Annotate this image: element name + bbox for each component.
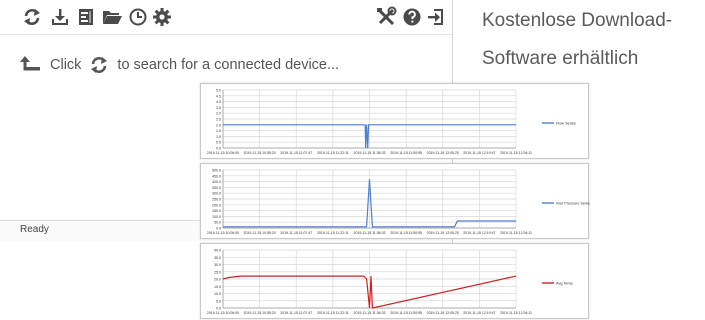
y-tick-label: 2.0 (216, 123, 221, 127)
x-tick-label: 2019-11-15 11:07:47 (280, 231, 312, 235)
caption-line-2: Software erhältlich (482, 48, 639, 69)
y-tick-label: 40.0 (214, 249, 221, 253)
file-icon[interactable] (74, 5, 98, 29)
x-tick-label: 2019-11-15 10:55:20 (244, 231, 276, 235)
y-tick-label: 3.0 (216, 112, 221, 116)
x-tick-label: 2019-11-15 11:22:11 (317, 311, 349, 315)
y-tick-label: 4.5 (216, 94, 221, 98)
refresh-icon[interactable] (20, 5, 44, 29)
status-text: Ready (20, 224, 49, 235)
y-tick-label: 4.0 (216, 100, 221, 104)
promo-caption: Kostenlose Download- Software erhältlich (482, 2, 704, 78)
x-tick-label: 2019-11-15 12:19:47 (463, 311, 495, 315)
x-tick-label: 2019-11-15 12:19:47 (463, 231, 495, 235)
y-tick-label: 450.0 (212, 174, 221, 178)
flow-chart: 5.0 4.5 4.0 3.5 3.0 2.5 2.0 1.5 1.0 0.5 0.0 2019-11… (200, 83, 589, 159)
x-tick-label: 2019-11-15 11:07:47 (280, 151, 312, 155)
y-tick-label: 50.0 (214, 221, 221, 225)
y-tick-label: 200.0 (212, 203, 221, 207)
x-tick-label: 2019-11-15 12:05:20 (427, 151, 459, 155)
y-tick-label: 400.0 (212, 180, 221, 184)
hint-text-after: to search for a connected device... (117, 57, 340, 73)
y-tick-label: 10.0 (214, 292, 221, 296)
corner-arrow-icon (20, 55, 42, 75)
y-tick-label: 3.5 (216, 106, 221, 110)
y-tick-label: 30.0 (214, 263, 221, 267)
y-tick-label: 2.5 (216, 118, 221, 122)
x-tick-label: 2019-11-15 11:50:55 (390, 151, 422, 155)
x-tick-label: 2019-11-15 10:06:00 (207, 151, 239, 155)
x-tick-label: 2019-11-15 10:06:00 (207, 231, 239, 235)
x-tick-label: 2019-11-15 12:05:20 (427, 231, 459, 235)
y-tick-label: 350.0 (212, 186, 221, 190)
y-tick-label: 0.5 (216, 141, 221, 145)
x-tick-label: 2019-11-15 12:19:47 (463, 151, 495, 155)
y-tick-label: 5.0 (216, 299, 221, 303)
x-tick-label: 2019-11-15 11:36:33 (354, 151, 386, 155)
x-tick-label: 2019-11-15 11:50:55 (390, 231, 422, 235)
gear-icon[interactable] (150, 5, 174, 29)
x-tick-label: 2019-11-15 11:22:11 (317, 151, 349, 155)
x-tick-label: 2019-11-15 11:22:11 (317, 231, 349, 235)
toolbar (0, 0, 452, 35)
connect-hint: Click to search for a connected device..… (20, 52, 339, 78)
y-tick-label: 0.0 (216, 227, 221, 231)
tools-icon[interactable] (374, 5, 398, 29)
x-tick-label: 2019-11-15 10:55:20 (244, 311, 276, 315)
chart-svg: 500.0450.0 400.0 350.0 300.0 250.0200.0 150.0… (207, 169, 590, 236)
y-tick-label: 100.0 (212, 215, 221, 219)
y-tick-label: 1.5 (216, 129, 221, 133)
x-tick-label: 2019-11-15 11:50:55 (390, 311, 422, 315)
legend-label: Avg Temp (556, 281, 573, 285)
download-icon[interactable] (48, 5, 72, 29)
y-tick-label: 0.0 (216, 307, 221, 311)
x-tick-label: 2019-11-15 12:34:11 (500, 231, 532, 235)
chart-stack: 5.0 4.5 4.0 3.5 3.0 2.5 2.0 1.5 1.0 0.5 0.0 2019-11… (200, 83, 590, 319)
x-tick-label: 2019-11-15 11:07:47 (280, 311, 312, 315)
y-tick-label: 25.0 (214, 270, 221, 274)
inlet-pressure-chart: 500.0 450.0 400.0 350.0 300.0 250.0 200.0 150.0… (200, 163, 590, 239)
y-tick-label: 250.0 (212, 198, 221, 202)
caption-line-1: Kostenlose Download- (482, 10, 673, 31)
legend-label: Inlet Pressure Series (556, 201, 590, 205)
y-tick-label: 5.0 (216, 89, 221, 93)
chart-svg: 5.04.54.03.53.02.52.01.51.00.50.02019-11… (207, 89, 576, 156)
help-icon[interactable] (400, 5, 424, 29)
refresh-icon[interactable] (89, 55, 109, 75)
x-tick-label: 2019-11-15 12:34:11 (500, 311, 532, 315)
exit-icon[interactable] (424, 5, 448, 29)
y-tick-label: 35.0 (214, 256, 221, 260)
x-tick-label: 2019-11-15 12:34:11 (500, 151, 532, 155)
y-tick-label: 15.0 (214, 285, 221, 289)
hint-text-before: Click (50, 57, 82, 73)
clock-icon[interactable] (126, 5, 150, 29)
x-tick-label: 2019-11-15 10:06:00 (207, 311, 239, 315)
x-tick-label: 2019-11-15 12:05:20 (427, 311, 459, 315)
legend-label: Flow Series (556, 121, 576, 125)
folder-open-icon[interactable] (100, 5, 124, 29)
y-tick-label: 0.0 (216, 147, 221, 151)
x-tick-label: 2019-11-15 11:36:33 (354, 311, 386, 315)
avg-temp-chart: 40.0 35.0 30.0 25.0 20.0 15.0 10.0 5.0 0.0 2019-1… (200, 243, 589, 319)
x-tick-label: 2019-11-15 11:36:33 (354, 231, 386, 235)
y-tick-label: 300.0 (212, 192, 221, 196)
y-tick-label: 20.0 (214, 278, 221, 282)
y-tick-label: 1.0 (216, 135, 221, 139)
x-tick-label: 2019-11-15 10:55:20 (244, 151, 276, 155)
chart-svg: 40.035.030.025.020.015.010.05.00.02019-1… (207, 249, 573, 316)
y-tick-label: 150.0 (212, 209, 221, 213)
y-tick-label: 500.0 (212, 169, 221, 173)
